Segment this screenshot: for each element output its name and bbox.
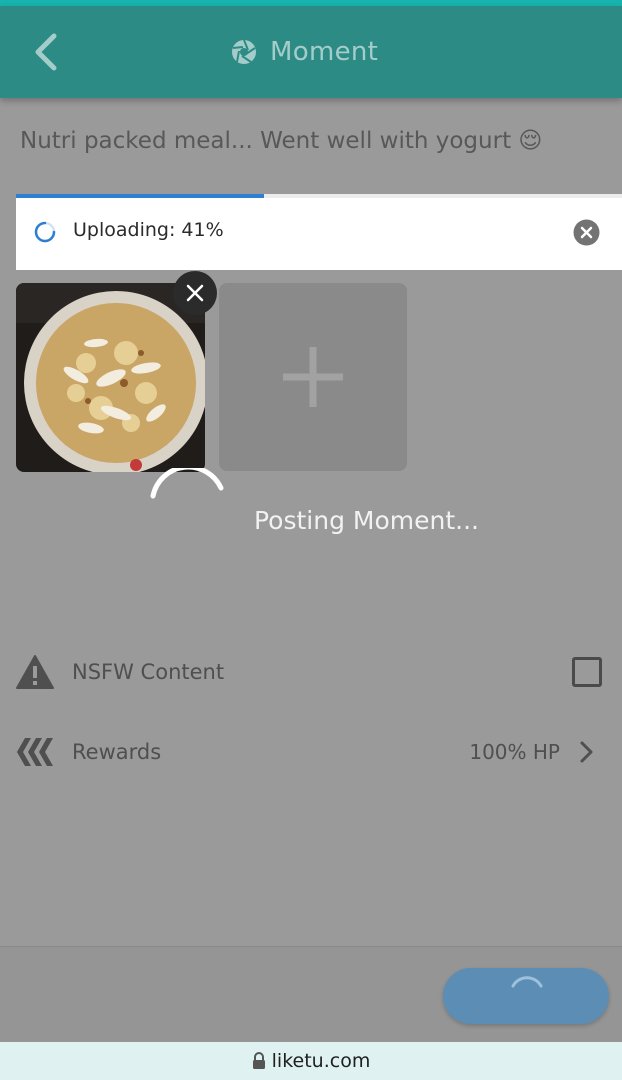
nsfw-checkbox[interactable] (572, 657, 602, 687)
back-button[interactable] (26, 26, 70, 78)
post-button[interactable] (443, 968, 609, 1024)
rewards-value: 100% HP (469, 740, 560, 764)
nsfw-label: NSFW Content (72, 660, 225, 684)
warning-icon (16, 655, 54, 689)
header-title-group: Moment (230, 34, 378, 70)
browser-url-bar[interactable]: liketu.com (0, 1042, 622, 1080)
app-header: Moment (0, 6, 622, 98)
rewards-row[interactable]: Rewards 100% HP (0, 720, 622, 784)
chevron-left-icon (35, 33, 57, 71)
cancel-upload-icon[interactable] (573, 219, 600, 246)
spinner-icon (511, 976, 543, 988)
upload-status-text: Uploading: 41% (73, 219, 224, 241)
upload-status-bar: Uploading: 41% (16, 194, 622, 270)
aperture-icon (232, 39, 256, 64)
posting-spinner-icon (150, 468, 224, 499)
moment-caption[interactable]: Nutri packed meal... Went well with yogu… (20, 128, 600, 154)
food-bowl-photo (16, 283, 205, 472)
upload-progress-track (16, 194, 622, 198)
posting-status-text: Posting Moment... (254, 506, 479, 535)
close-icon (186, 284, 204, 302)
rewards-label: Rewards (72, 740, 162, 764)
remove-photo-button[interactable] (173, 271, 217, 315)
plus-icon (283, 347, 343, 407)
photo-thumbnail[interactable] (16, 283, 205, 472)
chevron-right-icon (580, 741, 593, 763)
lock-icon (252, 1052, 265, 1069)
page-title: Moment (270, 37, 379, 67)
url-text: liketu.com (271, 1050, 371, 1072)
hive-icon (17, 738, 53, 766)
upload-progress-fill (16, 194, 265, 198)
add-photo-button[interactable] (219, 283, 407, 471)
spinner-icon (34, 221, 56, 243)
